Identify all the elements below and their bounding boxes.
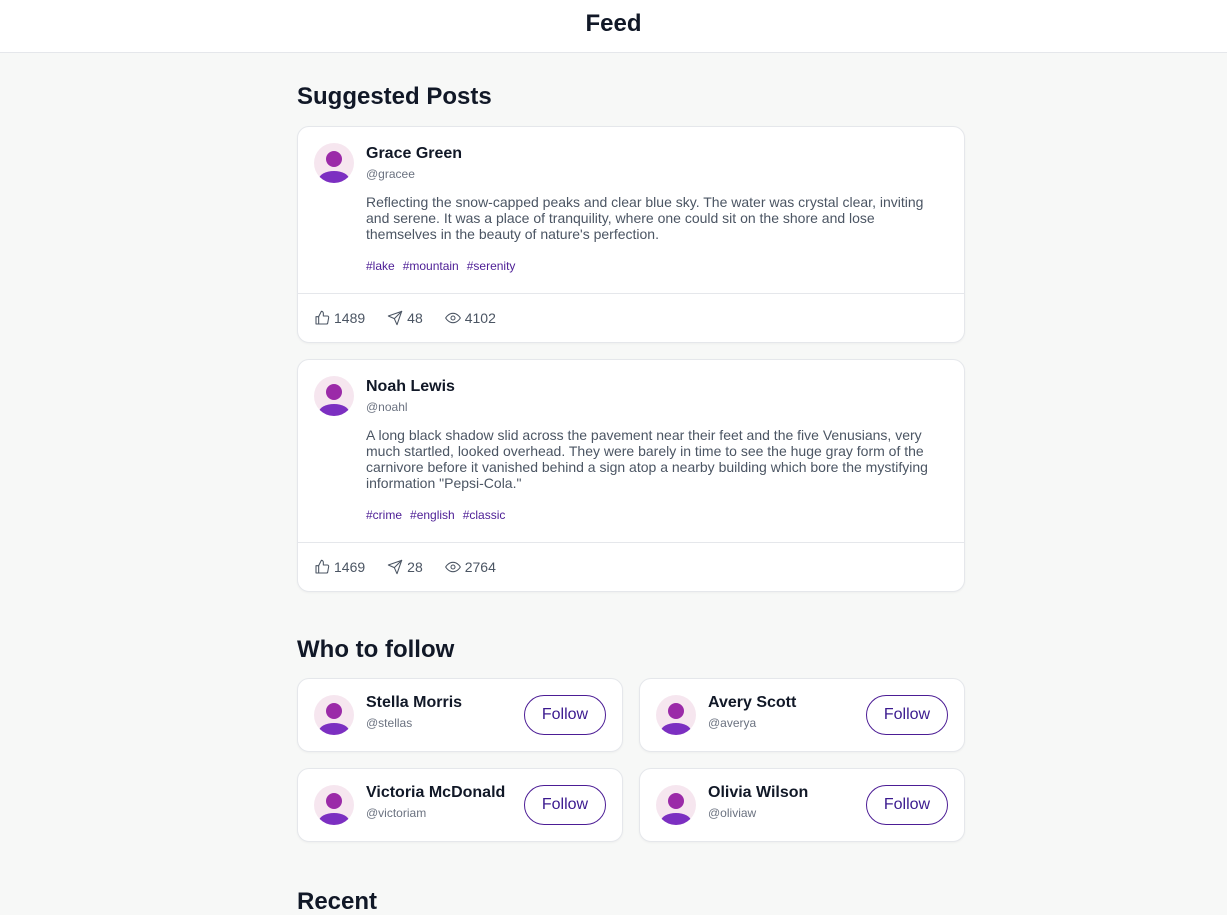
send-icon: [387, 310, 403, 326]
follow-suggestions: Stella Morris @stellas Follow Avery Scot…: [297, 678, 965, 842]
recent-section: Recent: [297, 888, 965, 915]
post-stats: 1469 28 2764: [298, 542, 964, 591]
user-handle: @victoriam: [366, 806, 427, 820]
top-bar: Feed: [0, 0, 1227, 53]
follow-button[interactable]: Follow: [524, 785, 606, 825]
user-handle: @stellas: [366, 716, 413, 730]
follow-button[interactable]: Follow: [866, 785, 948, 825]
user-name[interactable]: Olivia Wilson: [708, 784, 866, 802]
tag-link[interactable]: #mountain: [403, 259, 459, 273]
tag-link[interactable]: #crime: [366, 508, 402, 522]
feed-main: Suggested Posts Grace Green @gracee Refl…: [297, 83, 965, 915]
user-handle: @oliviaw: [708, 806, 757, 820]
views-stat: 4102: [444, 310, 496, 326]
views-stat: 2764: [444, 559, 496, 575]
user-name[interactable]: Stella Morris: [366, 694, 524, 712]
post-author-handle: @gracee: [366, 167, 415, 181]
follow-card: Olivia Wilson @oliviaw Follow: [639, 768, 965, 842]
post-stats: 1489 48 4102: [298, 293, 964, 342]
like-count: 1489: [334, 310, 366, 326]
tag-link[interactable]: #classic: [463, 508, 506, 522]
user-avatar-icon[interactable]: [314, 695, 354, 735]
follow-button[interactable]: Follow: [524, 695, 606, 735]
share-count: 48: [407, 310, 423, 326]
thumbs-up-icon: [315, 559, 330, 574]
user-name[interactable]: Avery Scott: [708, 694, 866, 712]
like-count: 1469: [334, 559, 366, 575]
follow-card: Victoria McDonald @victoriam Follow: [297, 768, 623, 842]
user-avatar-icon[interactable]: [656, 695, 696, 735]
follow-card: Avery Scott @averya Follow: [639, 678, 965, 752]
post-card[interactable]: Noah Lewis @noahl A long black shadow sl…: [297, 359, 965, 592]
user-name[interactable]: Victoria McDonald: [366, 784, 524, 802]
post-card[interactable]: Grace Green @gracee Reflecting the snow-…: [297, 126, 965, 343]
user-avatar-icon[interactable]: [314, 143, 354, 183]
user-avatar-icon[interactable]: [314, 376, 354, 416]
suggested-posts-section: Suggested Posts Grace Green @gracee Refl…: [297, 83, 965, 592]
post-author-name[interactable]: Noah Lewis: [366, 378, 948, 396]
tag-link[interactable]: #serenity: [467, 259, 516, 273]
post-text: A long black shadow slid across the pave…: [366, 427, 928, 491]
tag-link[interactable]: #english: [410, 508, 455, 522]
post-tags: #lake #mountain #serenity: [366, 259, 948, 273]
post-author-name[interactable]: Grace Green: [366, 145, 948, 163]
like-button[interactable]: 1469: [314, 559, 365, 575]
suggested-posts-title: Suggested Posts: [297, 83, 492, 110]
share-count: 28: [407, 559, 423, 575]
tag-link[interactable]: #lake: [366, 259, 395, 273]
user-handle: @averya: [708, 716, 757, 730]
share-button[interactable]: 28: [387, 559, 423, 575]
views-count: 2764: [464, 559, 496, 575]
page-title: Feed: [585, 10, 642, 37]
follow-button[interactable]: Follow: [866, 695, 948, 735]
like-button[interactable]: 1489: [314, 310, 365, 326]
send-icon: [387, 559, 403, 575]
thumbs-up-icon: [315, 310, 330, 325]
user-avatar-icon[interactable]: [656, 785, 696, 825]
post-author-handle: @noahl: [366, 400, 408, 414]
who-to-follow-title: Who to follow: [297, 636, 455, 663]
recent-title: Recent: [297, 888, 378, 915]
who-to-follow-section: Who to follow Stella Morris @stellas Fol…: [297, 636, 965, 842]
post-text: Reflecting the snow-capped peaks and cle…: [366, 194, 924, 242]
eye-icon: [444, 561, 461, 573]
post-tags: #crime #english #classic: [366, 508, 948, 522]
share-button[interactable]: 48: [387, 310, 423, 326]
views-count: 4102: [464, 310, 496, 326]
follow-card: Stella Morris @stellas Follow: [297, 678, 623, 752]
user-avatar-icon[interactable]: [314, 785, 354, 825]
eye-icon: [444, 312, 461, 324]
